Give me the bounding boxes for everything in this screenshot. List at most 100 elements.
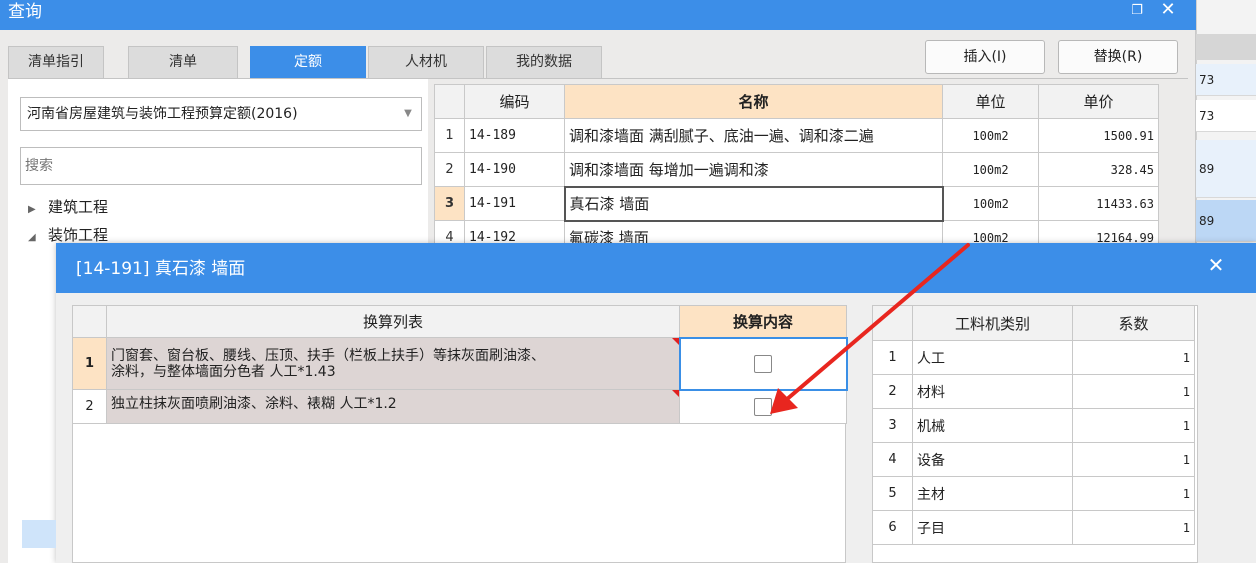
comment-marker-icon <box>672 390 679 397</box>
conversion-checkbox[interactable] <box>754 397 772 416</box>
query-window-titlebar[interactable] <box>0 0 1196 30</box>
table-row[interactable]: 2 14-190 调和漆墙面 每增加一遍调和漆 100m2 328.45 <box>434 152 1159 187</box>
tab-labor-material-machine[interactable]: 人材机 <box>368 46 484 78</box>
conversion-checkbox-cell[interactable] <box>679 389 847 424</box>
background-cell: 89 <box>1196 140 1256 198</box>
row-coefficient[interactable]: 1 <box>1072 442 1195 477</box>
background-header-strip <box>1196 34 1256 60</box>
table-row[interactable]: 2 材料 1 <box>872 374 1195 409</box>
column-header-price[interactable]: 单价 <box>1038 84 1159 119</box>
table-row[interactable]: 6 子目 1 <box>872 510 1195 545</box>
conversion-item-text[interactable]: 门窗套、窗台板、腰线、压顶、扶手（栏板上扶手）等抹灰面刷油漆、 涂料，与整体墙面… <box>106 337 680 390</box>
dialog-title: [14-191] 真石漆 墙面 <box>76 259 246 279</box>
table-header-row: 工料机类别 系数 <box>872 305 1195 341</box>
replace-button[interactable]: 替换(R) <box>1058 40 1178 74</box>
conversion-text-line: 独立柱抹灰面喷刷油漆、涂料、裱糊 人工*1.2 <box>111 396 397 412</box>
row-code[interactable]: 14-191 <box>464 186 565 221</box>
category-coefficient-table: 工料机类别 系数 1 人工 1 2 材料 1 3 机械 1 4 设备 1 5 主… <box>872 305 1195 545</box>
table-row[interactable]: 1 门窗套、窗台板、腰线、压顶、扶手（栏板上扶手）等抹灰面刷油漆、 涂料，与整体… <box>72 336 848 391</box>
row-index: 3 <box>872 408 913 443</box>
tab-my-data[interactable]: 我的数据 <box>486 46 602 78</box>
conversion-item-text[interactable]: 独立柱抹灰面喷刷油漆、涂料、裱糊 人工*1.2 <box>106 389 680 424</box>
tab-list-guide[interactable]: 清单指引 <box>8 46 104 78</box>
conversion-text-line: 门窗套、窗台板、腰线、压顶、扶手（栏板上扶手）等抹灰面刷油漆、 <box>111 347 545 364</box>
row-category[interactable]: 设备 <box>912 442 1073 477</box>
tab-quota[interactable]: 定额 <box>250 46 366 78</box>
row-index: 1 <box>434 118 465 153</box>
conversion-checkbox[interactable] <box>754 354 772 373</box>
row-name[interactable]: 调和漆墙面 满刮腻子、底油一遍、调和漆二遍 <box>564 118 943 153</box>
tree-item-building[interactable]: ▶ 建筑工程 <box>28 196 108 218</box>
conversion-checkbox-cell[interactable] <box>678 336 848 391</box>
row-category[interactable]: 材料 <box>912 374 1073 409</box>
table-row-selected[interactable]: 3 14-191 真石漆 墙面 100m2 11433.63 <box>434 185 1159 222</box>
row-coefficient[interactable]: 1 <box>1072 374 1195 409</box>
row-index: 1 <box>72 337 107 390</box>
column-header <box>434 84 465 119</box>
row-index: 2 <box>72 389 107 424</box>
row-unit[interactable]: 100m2 <box>942 186 1039 221</box>
row-code[interactable]: 14-189 <box>464 118 565 153</box>
row-coefficient[interactable]: 1 <box>1072 476 1195 511</box>
restore-icon[interactable]: ❐ <box>1126 1 1148 23</box>
row-unit[interactable]: 100m2 <box>942 118 1039 153</box>
column-header <box>72 305 107 338</box>
row-category[interactable]: 人工 <box>912 340 1073 375</box>
column-header-conversion-list: 换算列表 <box>106 305 680 338</box>
row-name[interactable]: 真石漆 墙面 <box>563 185 944 222</box>
conversion-table: 换算列表 换算内容 1 门窗套、窗台板、腰线、压顶、扶手（栏板上扶手）等抹灰面刷… <box>72 305 848 424</box>
table-row[interactable]: 2 独立柱抹灰面喷刷油漆、涂料、裱糊 人工*1.2 <box>72 389 847 424</box>
row-coefficient[interactable]: 1 <box>1072 510 1195 545</box>
quota-library-select[interactable]: 河南省房屋建筑与装饰工程预算定额(2016) <box>20 97 422 131</box>
column-header-unit[interactable]: 单位 <box>942 84 1039 119</box>
search-input[interactable] <box>20 147 422 185</box>
row-coefficient[interactable]: 1 <box>1072 340 1195 375</box>
column-header-code[interactable]: 编码 <box>464 84 565 119</box>
collapse-arrow-icon[interactable]: ◢ <box>28 227 48 249</box>
row-index: 3 <box>434 186 465 221</box>
table-header-row: 换算列表 换算内容 <box>72 305 847 338</box>
selection-highlight <box>22 520 56 548</box>
table-row[interactable]: 1 14-189 调和漆墙面 满刮腻子、底油一遍、调和漆二遍 100m2 150… <box>434 118 1159 153</box>
dialog-close-icon[interactable]: ✕ <box>1204 252 1228 278</box>
expand-arrow-icon[interactable]: ▶ <box>28 199 48 221</box>
row-index: 1 <box>872 340 913 375</box>
row-category[interactable]: 子目 <box>912 510 1073 545</box>
table-row[interactable]: 1 人工 1 <box>872 340 1195 375</box>
row-price[interactable]: 11433.63 <box>1038 186 1159 221</box>
column-header <box>872 305 913 341</box>
quota-table: 编码 名称 单位 单价 1 14-189 调和漆墙面 满刮腻子、底油一遍、调和漆… <box>434 84 1159 255</box>
chevron-down-icon[interactable]: ▼ <box>400 97 416 131</box>
column-header-conversion-content: 换算内容 <box>679 305 847 338</box>
background-cell: 73 <box>1196 100 1256 132</box>
tab-list[interactable]: 清单 <box>128 46 238 78</box>
row-unit[interactable]: 100m2 <box>942 152 1039 187</box>
row-category[interactable]: 主材 <box>912 476 1073 511</box>
close-icon[interactable]: ✕ <box>1156 0 1180 23</box>
row-category[interactable]: 机械 <box>912 408 1073 443</box>
background-cell: 73 <box>1196 64 1256 96</box>
row-index: 4 <box>872 442 913 477</box>
row-coefficient[interactable]: 1 <box>1072 408 1195 443</box>
table-row[interactable]: 4 设备 1 <box>872 442 1195 477</box>
table-row[interactable]: 5 主材 1 <box>872 476 1195 511</box>
row-index: 2 <box>434 152 465 187</box>
column-header-category: 工料机类别 <box>912 305 1073 341</box>
column-header-coefficient: 系数 <box>1072 305 1195 341</box>
table-header-row: 编码 名称 单位 单价 <box>434 84 1159 119</box>
tree-item-label: 建筑工程 <box>48 198 109 216</box>
row-index: 5 <box>872 476 913 511</box>
row-price[interactable]: 1500.91 <box>1038 118 1159 153</box>
tree-item-label: 装饰工程 <box>48 226 109 244</box>
row-name[interactable]: 调和漆墙面 每增加一遍调和漆 <box>564 152 943 187</box>
column-header-name[interactable]: 名称 <box>564 84 943 119</box>
row-price[interactable]: 328.45 <box>1038 152 1159 187</box>
window-title: 查询 <box>8 2 42 22</box>
table-row[interactable]: 3 机械 1 <box>872 408 1195 443</box>
insert-button[interactable]: 插入(I) <box>925 40 1045 74</box>
comment-marker-icon <box>671 338 679 345</box>
background-cell: 89 <box>1196 200 1256 242</box>
conversion-text-line: 涂料，与整体墙面分色者 人工*1.43 <box>111 363 336 380</box>
row-index: 6 <box>872 510 913 545</box>
row-code[interactable]: 14-190 <box>464 152 565 187</box>
